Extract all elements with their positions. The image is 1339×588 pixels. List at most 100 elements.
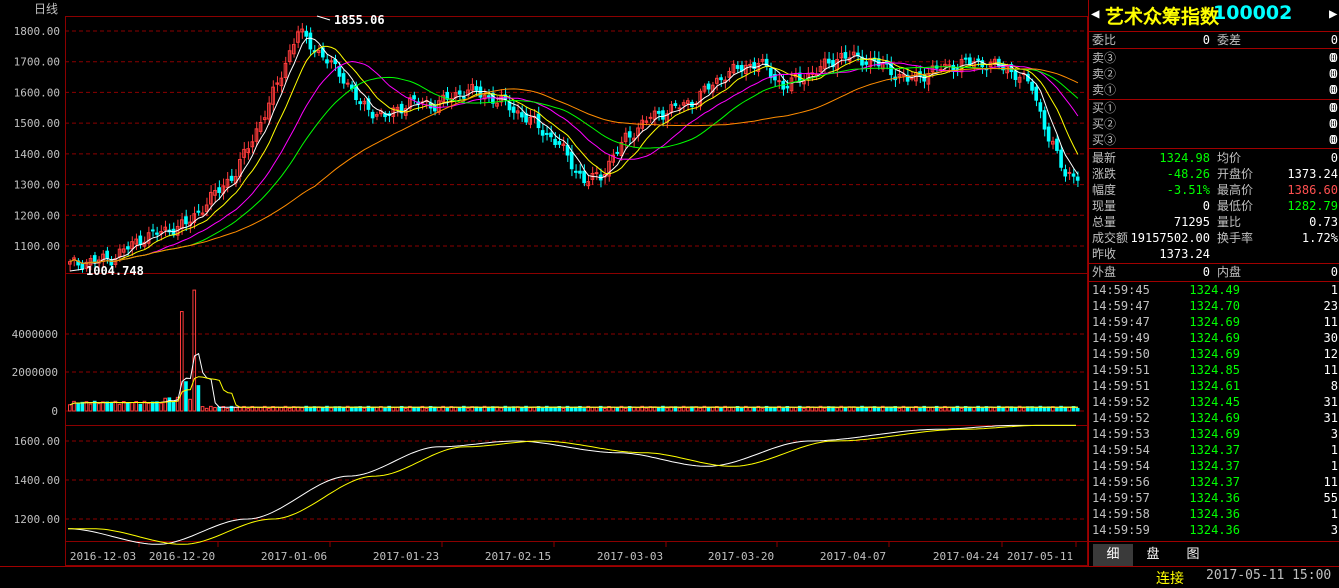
tick-volume: 1	[1330, 507, 1338, 521]
stat-row: 现量 0 最低价 1282.79	[1092, 198, 1338, 214]
kline-chart[interactable]: 日线 1800.00 1700.00 1600.00 1500.00 1400.00 130…	[0, 0, 1088, 566]
stat-row-label2: 最高价	[1217, 183, 1254, 197]
tick-time: 14:59:51	[1092, 379, 1150, 393]
tick-time: 14:59:52	[1092, 411, 1150, 425]
volume-ma10-line	[69, 376, 1078, 408]
tick-row: 14:59:51 1324.61 8	[1092, 378, 1338, 394]
low-label: 1004.748	[86, 264, 144, 278]
candle-body	[582, 170, 586, 184]
volume-bar	[76, 402, 80, 412]
volume-bar	[466, 407, 470, 412]
volume-bar	[773, 406, 777, 412]
volume-bar	[727, 407, 732, 412]
tab-detail[interactable]: 细	[1093, 544, 1133, 566]
candle-body	[507, 101, 512, 111]
candle-body	[126, 246, 130, 250]
tab-orderbook[interactable]: 盘	[1133, 544, 1173, 566]
tick-price: 1324.36	[1189, 523, 1240, 537]
tick-row: 14:59:47 1324.70 23	[1092, 298, 1338, 314]
tick-row: 14:59:56 1324.37 11	[1092, 474, 1338, 490]
prev-arrow-icon[interactable]: ◀	[1091, 6, 1099, 22]
stat-row-label: 现量	[1092, 199, 1117, 213]
volume-bar	[1075, 407, 1080, 412]
separator	[1089, 148, 1339, 149]
commission-ratio: 委比 0 委差 0	[1092, 32, 1338, 48]
candle-body	[553, 138, 557, 145]
volume-bar	[138, 403, 143, 412]
volume-bar	[109, 402, 114, 412]
next-arrow-icon[interactable]: ▶	[1329, 6, 1337, 22]
volume-bar	[540, 407, 545, 412]
tick-row: 14:59:59 1324.36 3	[1092, 522, 1338, 538]
volume-bar	[445, 407, 450, 412]
volume-ma5-line	[69, 352, 1078, 408]
volume-bar	[486, 407, 491, 412]
buy-level-3-label: 买③	[1092, 133, 1117, 147]
candle-body	[486, 95, 491, 98]
tick-volume: 8	[1330, 379, 1338, 393]
stat-row: 总量 71295 量比 0.73	[1092, 214, 1338, 230]
stat-row: 幅度 -3.51% 最高价 1386.60	[1092, 182, 1338, 198]
tick-time: 14:59:54	[1092, 443, 1150, 457]
price-tick: 1700.00	[14, 56, 60, 69]
volume-bar	[959, 407, 964, 412]
volume-bar	[1013, 407, 1018, 412]
stat-row-value2: 1386.60	[1287, 183, 1338, 197]
volume-bar	[146, 402, 151, 412]
tab-chart[interactable]: 图	[1173, 544, 1213, 566]
volume-bar	[594, 406, 599, 412]
candle-body	[594, 172, 599, 175]
commission-ratio-label: 委比	[1092, 33, 1117, 47]
volume-bar	[1021, 407, 1026, 412]
sell-volume: 0	[1328, 51, 1336, 65]
tick-time: 14:59:57	[1092, 491, 1150, 505]
volume-bar	[457, 407, 462, 412]
volume-bar	[213, 406, 217, 412]
date-tick: 2017-01-06	[261, 550, 327, 563]
volume-bar	[97, 403, 101, 412]
volume-bar	[856, 407, 860, 412]
stat-row: 涨跌 -48.26 开盘价 1373.24	[1092, 166, 1338, 182]
tick-time: 14:59:47	[1092, 315, 1150, 329]
tick-row: 14:59:53 1324.69 3	[1092, 426, 1338, 442]
tick-volume: 31	[1323, 395, 1338, 409]
buy-level-3: 买③ 0	[1092, 132, 1338, 148]
stat-row-value: 19157502.00	[1130, 231, 1210, 245]
tick-row: 14:59:45 1324.49 1	[1092, 282, 1338, 298]
stat-row-label2: 最低价	[1217, 199, 1254, 213]
volume-bar	[706, 407, 711, 412]
candle-body	[217, 187, 221, 193]
volume-bar	[395, 406, 400, 412]
volume-bar	[209, 405, 213, 412]
volume-bar	[350, 407, 354, 412]
volume-bar	[432, 406, 437, 412]
volume-bar	[781, 407, 786, 412]
volume-bar	[370, 407, 375, 412]
date-tick: 2017-05-11	[1007, 550, 1073, 563]
candle-body	[549, 132, 553, 138]
volume-bar	[835, 407, 839, 412]
volume-bar	[126, 402, 130, 412]
status-datetime: 2017-05-11 15:00	[1206, 568, 1332, 583]
candle-body	[345, 82, 350, 85]
tick-volume: 3	[1330, 427, 1338, 441]
volume-bar	[980, 407, 985, 412]
tick-price: 1324.49	[1189, 283, 1240, 297]
indicator-tick: 1200.00	[14, 513, 60, 526]
volume-bar	[171, 401, 176, 412]
chart-canvas[interactable]: 日线 1800.00 1700.00 1600.00 1500.00 1400.00 130…	[0, 0, 1088, 566]
volume-bar	[918, 408, 922, 412]
buy-level-2: 买② 0	[1092, 116, 1338, 132]
volume-bar	[876, 407, 881, 412]
volume-bar	[760, 408, 765, 412]
candle-body	[656, 110, 661, 114]
price-tick: 1600.00	[14, 86, 60, 99]
date-tick: 2017-02-15	[485, 550, 551, 563]
status-bar: 连接 2017-05-11 15:00	[0, 566, 1339, 588]
volume-bar	[814, 407, 819, 412]
tick-time: 14:59:47	[1092, 299, 1150, 313]
candle-body	[673, 103, 678, 106]
candle-body	[329, 60, 333, 63]
tick-price: 1324.37	[1189, 443, 1240, 457]
connection-status[interactable]: 连接	[1156, 568, 1184, 588]
